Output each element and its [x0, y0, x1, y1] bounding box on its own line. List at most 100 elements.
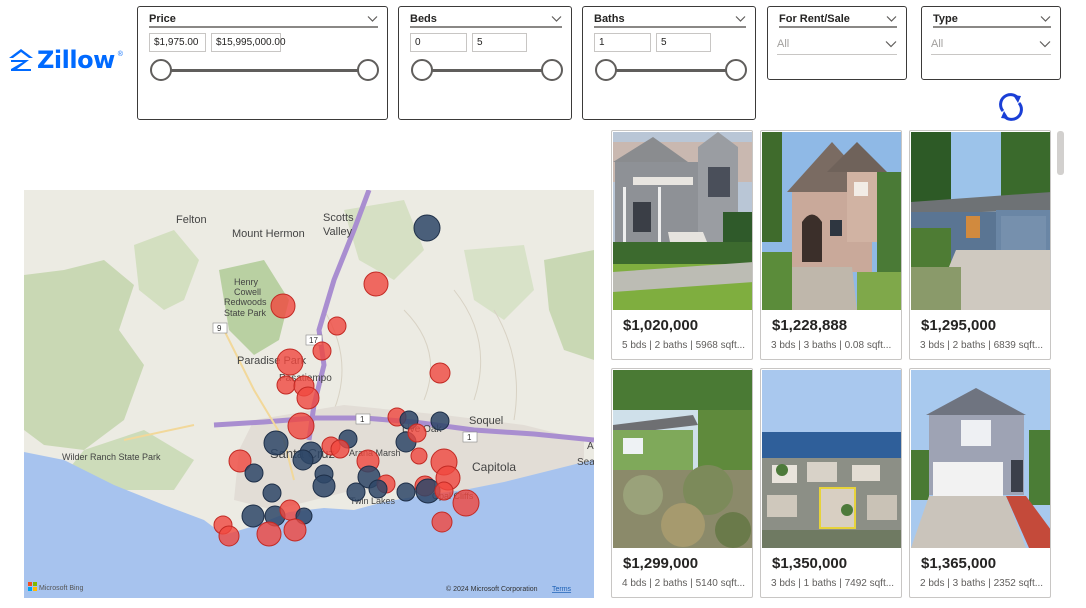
price-min-input[interactable]: $1,975.00	[149, 33, 206, 52]
map-attribution: © 2024 Microsoft Corporation	[446, 585, 538, 593]
listing-card[interactable]: $1,299,000 4 bds | 2 baths | 5140 sqft..…	[611, 368, 753, 598]
listing-details: 5 bds | 2 baths | 5968 sqft...	[622, 340, 746, 351]
logo-text: Zillow	[37, 46, 115, 74]
price-slider-max-handle[interactable]	[357, 59, 379, 81]
price-slider-track[interactable]	[160, 69, 369, 72]
rent-sale-selected-value: All	[777, 37, 790, 50]
map-marker[interactable]	[346, 482, 366, 502]
bing-logo-square	[28, 587, 32, 591]
listings-scrollbar[interactable]	[1057, 131, 1064, 175]
price-slicer-header[interactable]: Price	[149, 12, 378, 28]
map-marker[interactable]	[434, 481, 454, 501]
map-marker[interactable]	[312, 474, 336, 498]
beds-slider-min-handle[interactable]	[411, 59, 433, 81]
listing-photo[interactable]	[613, 132, 752, 310]
baths-min-input[interactable]: 1	[594, 33, 651, 52]
baths-slicer-title: Baths	[594, 13, 625, 25]
map-label-henry-line3: Redwoods	[224, 297, 267, 307]
map-terms-link[interactable]: Terms	[552, 586, 572, 593]
map-marker[interactable]	[413, 214, 441, 242]
baths-slicer-header[interactable]: Baths	[594, 12, 746, 28]
listing-details: 3 bds | 3 baths | 0.08 sqft...	[771, 340, 892, 351]
map-label-aptos: A	[587, 441, 594, 452]
type-dropdown[interactable]: All	[931, 33, 1051, 55]
highway-1-label-b: 1	[467, 433, 472, 442]
map-marker[interactable]	[292, 449, 314, 471]
price-slider-min-handle[interactable]	[150, 59, 172, 81]
listing-photo[interactable]	[762, 132, 901, 310]
map-marker[interactable]	[283, 518, 307, 542]
map-visual[interactable]: Felton Scotts Valley Mount Hermon Henry …	[24, 190, 594, 598]
listing-card[interactable]: $1,295,000 3 bds | 2 baths | 6839 sqft..…	[909, 130, 1051, 360]
map-marker[interactable]	[296, 386, 320, 410]
zillow-house-icon	[9, 49, 33, 71]
map-marker[interactable]	[327, 316, 347, 336]
listing-card[interactable]: $1,350,000 3 bds | 1 baths | 7492 sqft..…	[760, 368, 902, 598]
map-label-henry-line4: State Park	[224, 308, 267, 318]
map-marker[interactable]	[276, 348, 304, 376]
listing-photo[interactable]	[613, 370, 752, 548]
map-marker[interactable]	[262, 483, 282, 503]
rent-sale-slicer-title: For Rent/Sale	[779, 13, 850, 25]
beds-slicer-header[interactable]: Beds	[410, 12, 562, 28]
map-label-capitola: Capitola	[472, 460, 516, 474]
rent-sale-slicer-header[interactable]: For Rent/Sale	[779, 12, 897, 28]
listing-card[interactable]: $1,020,000 5 bds | 2 baths | 5968 sqft..…	[611, 130, 753, 360]
map-marker[interactable]	[431, 511, 453, 533]
zillow-logo: Zillow ®	[8, 46, 123, 74]
map-marker[interactable]	[452, 489, 480, 517]
chevron-down-icon[interactable]	[551, 15, 562, 23]
listing-price: $1,228,888	[772, 317, 848, 334]
baths-slider-min-handle[interactable]	[595, 59, 617, 81]
beds-slicer-title: Beds	[410, 13, 437, 25]
refresh-icon[interactable]	[994, 90, 1028, 124]
beds-min-input[interactable]: 0	[410, 33, 467, 52]
listing-card[interactable]: $1,228,888 3 bds | 3 baths | 0.08 sqft..…	[760, 130, 902, 360]
map-label-mount-hermon: Mount Hermon	[232, 228, 305, 240]
map-label-felton: Felton	[176, 214, 207, 226]
map-marker[interactable]	[276, 375, 296, 395]
beds-slider-max-handle[interactable]	[541, 59, 563, 81]
listing-price: $1,299,000	[623, 555, 699, 572]
chevron-down-icon[interactable]	[735, 15, 746, 23]
map-marker[interactable]	[410, 447, 428, 465]
listing-price: $1,350,000	[772, 555, 848, 572]
map-marker[interactable]	[330, 439, 350, 459]
chevron-down-icon[interactable]	[367, 15, 378, 23]
listing-card[interactable]: $1,365,000 2 bds | 3 baths | 2352 sqft..…	[909, 368, 1051, 598]
map-marker[interactable]	[287, 412, 315, 440]
map-marker[interactable]	[263, 430, 289, 456]
map-marker[interactable]	[429, 362, 451, 384]
listing-details: 3 bds | 1 baths | 7492 sqft...	[771, 578, 895, 589]
baths-slider-max-handle[interactable]	[725, 59, 747, 81]
listing-photo[interactable]	[762, 370, 901, 548]
type-slicer-header[interactable]: Type	[933, 12, 1051, 28]
listing-details: 3 bds | 2 baths | 6839 sqft...	[920, 340, 1044, 351]
listing-photo[interactable]	[911, 370, 1050, 548]
map-marker[interactable]	[244, 463, 264, 483]
map-marker[interactable]	[218, 525, 240, 547]
map-marker[interactable]	[270, 293, 296, 319]
price-max-input[interactable]: $15,995,000.00	[211, 33, 286, 52]
map-marker[interactable]	[312, 341, 332, 361]
map-marker[interactable]	[430, 411, 450, 431]
chevron-down-icon[interactable]	[1040, 15, 1051, 23]
map-canvas[interactable]: Felton Scotts Valley Mount Hermon Henry …	[24, 190, 594, 598]
rent-sale-dropdown[interactable]: All	[777, 33, 897, 55]
map-label-henry-line1: Henry	[234, 277, 259, 287]
baths-slider-track[interactable]	[605, 69, 737, 72]
map-marker[interactable]	[241, 504, 265, 528]
map-marker[interactable]	[256, 521, 282, 547]
logo-registered-mark: ®	[117, 50, 123, 58]
chevron-down-icon[interactable]	[886, 15, 897, 23]
map-marker[interactable]	[363, 271, 389, 297]
listing-photo[interactable]	[911, 132, 1050, 310]
map-marker[interactable]	[368, 479, 388, 499]
type-slicer: Type All	[921, 6, 1061, 80]
map-marker[interactable]	[407, 423, 427, 443]
beds-slider-track[interactable]	[421, 69, 553, 72]
dropdown-chevron-icon	[1039, 40, 1051, 47]
baths-max-input[interactable]: 5	[656, 33, 711, 52]
beds-max-input[interactable]: 5	[472, 33, 527, 52]
map-marker[interactable]	[396, 482, 416, 502]
